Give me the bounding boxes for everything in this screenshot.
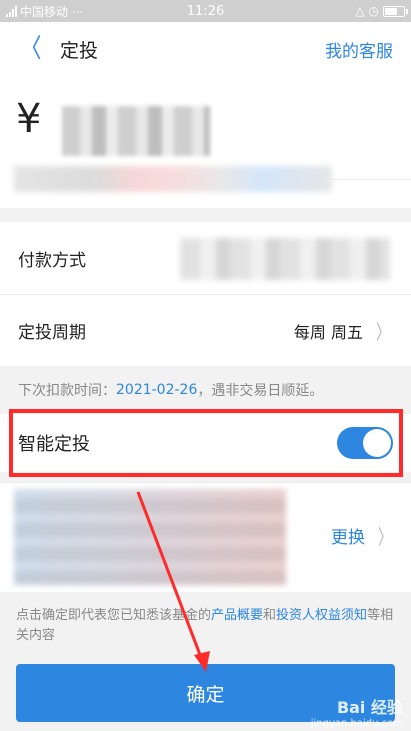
smart-invest-row: 智能定投 xyxy=(0,414,411,472)
bank-card-blurred xyxy=(14,489,286,585)
investor-rights-link[interactable]: 投资人权益须知 xyxy=(276,608,367,623)
legal-notice: 点击确定即代表您已知悉该基金的产品概要和投资人权益须知等相关内容 xyxy=(0,592,411,646)
hint-suffix: ，遇非交易日顺延。 xyxy=(197,383,324,399)
currency-symbol: ¥ xyxy=(16,96,42,142)
product-summary-link[interactable]: 产品概要 xyxy=(211,608,263,623)
bank-card-section: 更换 〉 xyxy=(0,482,411,592)
smart-invest-label: 智能定投 xyxy=(18,434,90,455)
legal-prefix: 点击确定即代表您已知悉该基金的 xyxy=(16,608,212,623)
status-time: 11:26 xyxy=(186,3,225,19)
period-row[interactable]: 定投周期 每周 周五 〉 xyxy=(0,294,411,366)
payment-method-row[interactable]: 付款方式 xyxy=(0,222,411,294)
change-card-button[interactable]: 更换 〉 xyxy=(331,521,395,550)
battery-icon xyxy=(383,5,408,17)
nav-bar: 〈 定投 我的客服 xyxy=(0,22,411,76)
customer-service-link[interactable]: 我的客服 xyxy=(325,37,393,62)
hint-prefix: 下次扣款时间： xyxy=(18,383,116,399)
next-debit-date: 2021-02-26 xyxy=(116,382,198,398)
watermark: Bai 经验 jingyan.baidu.com xyxy=(311,694,403,729)
fund-info-blurred xyxy=(14,166,332,192)
chevron-right-icon: 〉 xyxy=(378,525,392,549)
amount-input-blurred[interactable] xyxy=(62,106,210,156)
period-label: 定投周期 xyxy=(18,323,86,343)
status-bar: 中国移动 ··· 11:26 △ ◷ xyxy=(0,0,411,22)
period-value: 每周 周五 xyxy=(293,322,363,342)
chevron-right-icon: 〉 xyxy=(376,320,390,344)
settings-section: 付款方式 定投周期 每周 周五 〉 xyxy=(0,222,411,366)
legal-and: 和 xyxy=(263,608,277,623)
page-title: 定投 xyxy=(60,39,99,62)
smart-invest-toggle[interactable] xyxy=(337,427,393,459)
confirm-label: 确定 xyxy=(186,683,225,706)
watermark-brand: Bai 经验 xyxy=(336,698,403,717)
next-debit-hint: 下次扣款时间： 2021-02-26 ，遇非交易日顺延。 xyxy=(0,366,411,414)
payment-method-blurred xyxy=(180,238,390,280)
watermark-url: jingyan.baidu.com xyxy=(310,718,403,729)
change-label: 更换 xyxy=(331,528,365,548)
back-icon[interactable]: 〈 xyxy=(21,36,42,62)
payment-method-label: 付款方式 xyxy=(18,250,86,271)
